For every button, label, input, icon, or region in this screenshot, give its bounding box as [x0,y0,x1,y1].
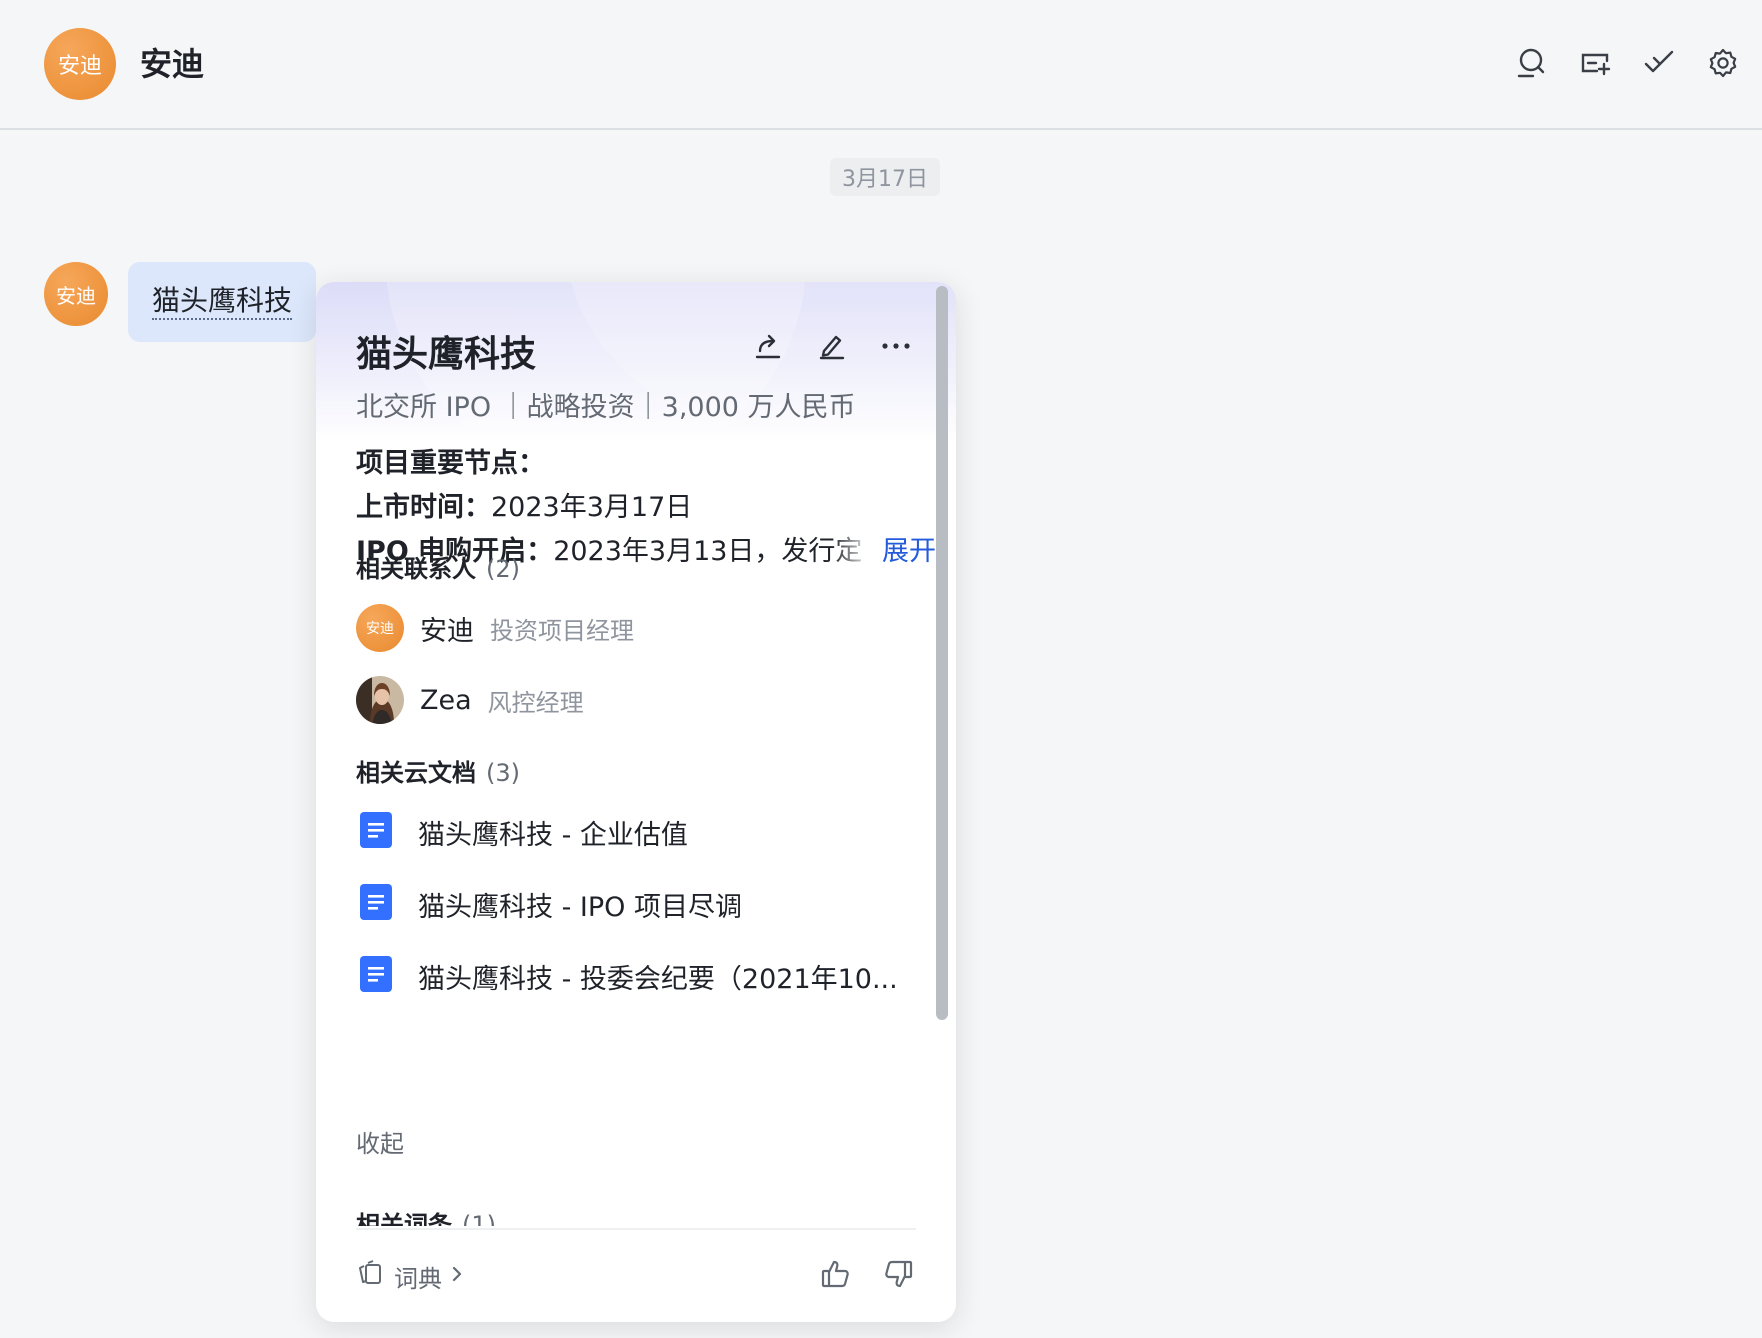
edit-icon[interactable] [814,328,850,364]
thumbs-up-icon[interactable] [818,1256,854,1292]
doc-item[interactable]: 猫头鹰科技 - 企业估值 [360,812,920,852]
contacts-title: 相关联系人 [356,555,476,583]
doc-item[interactable]: 猫头鹰科技 - 投委会纪要（2021年10... [360,956,920,996]
date-separator: 3月17日 [830,158,940,196]
glossary-term-link[interactable]: 猫头鹰科技 [151,284,292,320]
listing-time-value: 2023年3月17日 [491,492,693,523]
doc-name: 猫头鹰科技 - 企业估值 [418,819,688,851]
dictionary-link[interactable]: 词典 [356,1258,464,1294]
message-avatar[interactable]: 安迪 [44,262,108,326]
card-scrollbar[interactable] [936,286,948,1020]
header-toolbar [1514,46,1740,80]
avatar: 安迪 [356,604,404,652]
collapse-link[interactable]: 收起 [356,1124,404,1159]
contacts-section-title: 相关联系人 (2) [356,552,520,586]
settings-icon[interactable] [1706,46,1740,80]
dictionary-icon [356,1258,386,1294]
card-title: 猫头鹰科技 [356,334,537,375]
contact-name: Zea [420,684,472,716]
header-avatar-text: 安迪 [57,54,102,79]
contact-name: 安迪 [420,615,474,647]
chevron-right-icon [450,1262,464,1290]
chat-header: 安迪 安迪 [0,0,1762,130]
contact-item[interactable]: Zea 风控经理 [356,676,584,724]
share-icon[interactable] [750,328,786,364]
doc-icon [360,956,392,996]
avatar [356,676,404,724]
done-icon[interactable] [1642,46,1676,80]
card-footer: 词典 [356,1228,916,1322]
card-actions [750,328,914,364]
add-tab-icon[interactable] [1578,46,1612,80]
doc-icon [360,812,392,852]
doc-name: 猫头鹰科技 - 投委会纪要（2021年10... [418,963,898,995]
doc-item[interactable]: 猫头鹰科技 - IPO 项目尽调 [360,884,920,924]
dictionary-label: 词典 [394,1264,442,1293]
doc-icon [360,884,392,924]
contact-avatar-text: 安迪 [366,621,394,637]
feedback-buttons [818,1256,916,1292]
glossary-title: 相关词条 [356,1211,452,1226]
message-avatar-text: 安迪 [56,283,96,308]
contact-role: 风控经理 [487,688,584,717]
card-subtitle: 北交所 IPO ｜战略投资｜3,000 万人民币 [356,392,856,423]
message-bubble: 猫头鹰科技 [128,262,316,342]
contact-role: 投资项目经理 [490,616,634,645]
doc-name: 猫头鹰科技 - IPO 项目尽调 [418,891,742,923]
contacts-count: (2) [486,555,520,583]
more-icon[interactable] [878,328,914,364]
glossary-count: (1) [462,1211,496,1226]
docs-title: 相关云文档 [356,759,476,787]
chat-title: 安迪 [140,45,205,83]
milestones-heading: 项目重要节点： [356,448,545,479]
docs-section-title: 相关云文档 (3) [356,756,520,790]
contact-item[interactable]: 安迪 安迪 投资项目经理 [356,604,634,652]
listing-time-label: 上市时间： [356,492,491,523]
glossary-card: 猫头鹰科技 北交所 IPO ｜战略投资｜3,000 万人民币 项目重要节点： 上… [316,282,956,1322]
related-glossary-title: 相关词条 (1) [356,1208,496,1226]
expand-link[interactable]: 展开 [880,530,936,574]
docs-count: (3) [486,759,520,787]
ipo-subscription-value: 2023年3月13日，发行定 [553,536,863,567]
search-icon[interactable] [1514,46,1548,80]
header-avatar[interactable]: 安迪 [44,28,116,100]
thumbs-down-icon[interactable] [880,1256,916,1292]
